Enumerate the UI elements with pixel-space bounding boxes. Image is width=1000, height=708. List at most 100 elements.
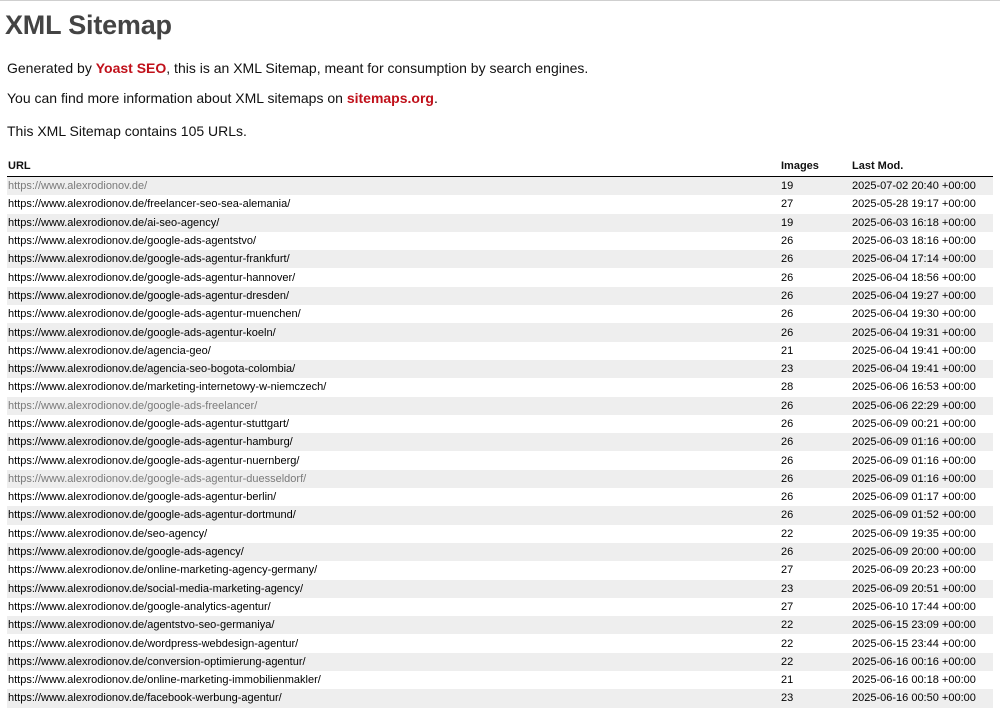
last-mod-cell: 2025-07-02 20:40 +00:00 (852, 180, 976, 193)
table-row: https://www.alexrodionov.de/agencia-geo/… (7, 342, 993, 360)
url-cell: https://www.alexrodionov.de/facebook-wer… (7, 689, 780, 707)
table-row: https://www.alexrodionov.de/online-marke… (7, 671, 993, 689)
url-link[interactable]: https://www.alexrodionov.de/conversion-o… (8, 656, 306, 668)
last-mod-cell: 2025-06-09 20:51 +00:00 (852, 582, 976, 595)
url-link[interactable]: https://www.alexrodionov.de/freelancer-s… (8, 198, 290, 210)
url-cell: https://www.alexrodionov.de/google-ads-a… (7, 451, 780, 469)
url-link[interactable]: https://www.alexrodionov.de/online-marke… (8, 564, 317, 576)
images-count-cell: 26 (781, 436, 794, 449)
images-count-cell: 26 (781, 399, 794, 412)
table-row: https://www.alexrodionov.de/google-ads-a… (7, 268, 993, 286)
table-row: https://www.alexrodionov.de/freelancer-s… (7, 195, 993, 213)
last-mod-cell: 2025-06-10 17:44 +00:00 (852, 600, 976, 613)
last-mod-cell: 2025-06-09 20:00 +00:00 (852, 546, 976, 559)
url-cell: https://www.alexrodionov.de/google-ads-a… (7, 506, 780, 524)
generated-by-text: Generated by Yoast SEO, this is an XML S… (7, 59, 992, 77)
last-mod-cell: 2025-06-09 01:16 +00:00 (852, 436, 976, 449)
table-row: https://www.alexrodionov.de/google-ads-a… (7, 305, 993, 323)
last-mod-cell: 2025-06-15 23:44 +00:00 (852, 637, 976, 650)
images-count-cell: 19 (781, 216, 794, 229)
table-row: https://www.alexrodionov.de/google-ads-a… (7, 542, 993, 562)
url-link[interactable]: https://www.alexrodionov.de/agencia-seo-… (8, 363, 295, 375)
url-link[interactable]: https://www.alexrodionov.de/google-ads-f… (8, 400, 257, 412)
info-suffix: . (433, 90, 438, 106)
yoast-seo-link[interactable]: Yoast SEO (96, 60, 167, 76)
images-count-cell: 27 (781, 564, 794, 577)
url-link[interactable]: https://www.alexrodionov.de/wordpress-we… (8, 638, 298, 650)
generated-suffix: , this is an XML Sitemap, meant for cons… (166, 60, 589, 76)
url-link[interactable]: https://www.alexrodionov.de/google-ads-a… (8, 436, 293, 448)
url-cell: https://www.alexrodionov.de/google-ads-a… (7, 488, 780, 506)
url-link[interactable]: https://www.alexrodionov.de/google-ads-a… (8, 327, 276, 339)
last-mod-cell: 2025-06-04 18:56 +00:00 (852, 271, 976, 284)
table-row: https://www.alexrodionov.de/19 2025-07-02… (7, 176, 993, 196)
last-mod-cell: 2025-06-06 22:29 +00:00 (852, 399, 976, 412)
url-link[interactable]: https://www.alexrodionov.de/google-ads-a… (8, 290, 289, 302)
url-link[interactable]: https://www.alexrodionov.de/ai-seo-agenc… (8, 217, 219, 229)
last-mod-cell: 2025-05-28 19:17 +00:00 (852, 198, 976, 211)
last-mod-cell: 2025-06-16 00:16 +00:00 (852, 655, 976, 668)
images-count-cell: 23 (781, 692, 794, 705)
url-cell: https://www.alexrodionov.de/google-ads-a… (7, 470, 780, 488)
url-link[interactable]: https://www.alexrodionov.de/google-ads-a… (8, 473, 306, 485)
images-count-cell: 23 (781, 363, 794, 376)
url-link[interactable]: https://www.alexrodionov.de/agencia-geo/ (8, 345, 211, 357)
last-mod-cell: 2025-06-16 00:50 +00:00 (852, 692, 976, 705)
url-link[interactable]: https://www.alexrodionov.de/seo-agency/ (8, 528, 207, 540)
url-link[interactable]: https://www.alexrodionov.de/google-ads-a… (8, 491, 276, 503)
last-mod-cell: 2025-06-04 17:14 +00:00 (852, 253, 976, 266)
url-cell: https://www.alexrodionov.de/ai-seo-agenc… (7, 214, 780, 232)
url-link[interactable]: https://www.alexrodionov.de/marketing-in… (8, 381, 326, 393)
url-link[interactable]: https://www.alexrodionov.de/google-ads-a… (8, 308, 301, 320)
table-row: https://www.alexrodionov.de/google-ads-a… (7, 286, 993, 306)
url-link[interactable]: https://www.alexrodionov.de/google-analy… (8, 601, 271, 613)
column-header-images: Images (780, 156, 851, 177)
table-row: https://www.alexrodionov.de/google-ads-a… (7, 451, 993, 469)
last-mod-cell: 2025-06-09 01:52 +00:00 (852, 509, 976, 522)
table-row: https://www.alexrodionov.de/google-ads-a… (7, 433, 993, 452)
last-mod-cell: 2025-06-06 16:53 +00:00 (852, 381, 976, 394)
column-header-last-mod: Last Mod. (851, 156, 993, 177)
url-link[interactable]: https://www.alexrodionov.de/online-marke… (8, 674, 321, 686)
url-link[interactable]: https://www.alexrodionov.de/facebook-wer… (8, 692, 282, 704)
last-mod-cell: 2025-06-09 01:16 +00:00 (852, 472, 976, 485)
table-row: https://www.alexrodionov.de/google-ads-a… (7, 232, 993, 250)
url-link[interactable]: https://www.alexrodionov.de/google-ads-a… (8, 509, 296, 521)
url-link[interactable]: https://www.alexrodionov.de/google-ads-a… (8, 455, 299, 467)
generated-prefix: Generated by (7, 60, 96, 76)
images-count-cell: 26 (781, 253, 794, 266)
url-cell: https://www.alexrodionov.de/agentstvo-se… (7, 616, 780, 634)
images-count-cell: 26 (781, 308, 794, 321)
url-link[interactable]: https://www.alexrodionov.de/agentstvo-se… (8, 619, 274, 631)
url-link[interactable]: https://www.alexrodionov.de/google-ads-a… (8, 272, 295, 284)
images-count-cell: 27 (781, 198, 794, 211)
url-link[interactable]: https://www.alexrodionov.de/google-ads-a… (8, 546, 244, 558)
images-count-cell: 26 (781, 326, 794, 339)
last-mod-cell: 2025-06-04 19:41 +00:00 (852, 344, 976, 357)
url-link[interactable]: https://www.alexrodionov.de/google-ads-a… (8, 253, 290, 265)
last-mod-cell: 2025-06-04 19:30 +00:00 (852, 308, 976, 321)
column-header-url: URL (7, 156, 780, 177)
url-cell: https://www.alexrodionov.de/agencia-geo/ (7, 342, 780, 360)
table-header: URL Images Last Mod. (7, 156, 993, 177)
url-link[interactable]: https://www.alexrodionov.de/ (8, 180, 147, 192)
images-count-cell: 21 (781, 674, 794, 687)
url-cell: https://www.alexrodionov.de/google-ads-f… (7, 397, 780, 415)
url-cell: https://www.alexrodionov.de/google-ads-a… (7, 268, 780, 286)
url-link[interactable]: https://www.alexrodionov.de/social-media… (8, 583, 303, 595)
table-row: https://www.alexrodionov.de/ai-seo-agenc… (7, 213, 993, 232)
table-row: https://www.alexrodionov.de/seo-agency/2… (7, 525, 993, 543)
last-mod-cell: 2025-06-09 20:23 +00:00 (852, 564, 976, 577)
url-link[interactable]: https://www.alexrodionov.de/google-ads-a… (8, 418, 289, 430)
url-cell: https://www.alexrodionov.de/google-ads-a… (7, 543, 780, 561)
url-cell: https://www.alexrodionov.de/social-media… (7, 580, 780, 598)
table-row: https://www.alexrodionov.de/conversion-o… (7, 652, 993, 672)
url-cell: https://www.alexrodionov.de/google-analy… (7, 598, 780, 616)
images-count-cell: 19 (781, 180, 794, 193)
page-title: XML Sitemap (5, 10, 172, 40)
images-count-cell: 28 (781, 381, 794, 394)
url-link[interactable]: https://www.alexrodionov.de/google-ads-a… (8, 235, 256, 247)
images-count-cell: 21 (781, 344, 794, 357)
url-cell: https://www.alexrodionov.de/google-ads-a… (7, 287, 780, 305)
sitemaps-org-link[interactable]: sitemaps.org (347, 90, 434, 106)
